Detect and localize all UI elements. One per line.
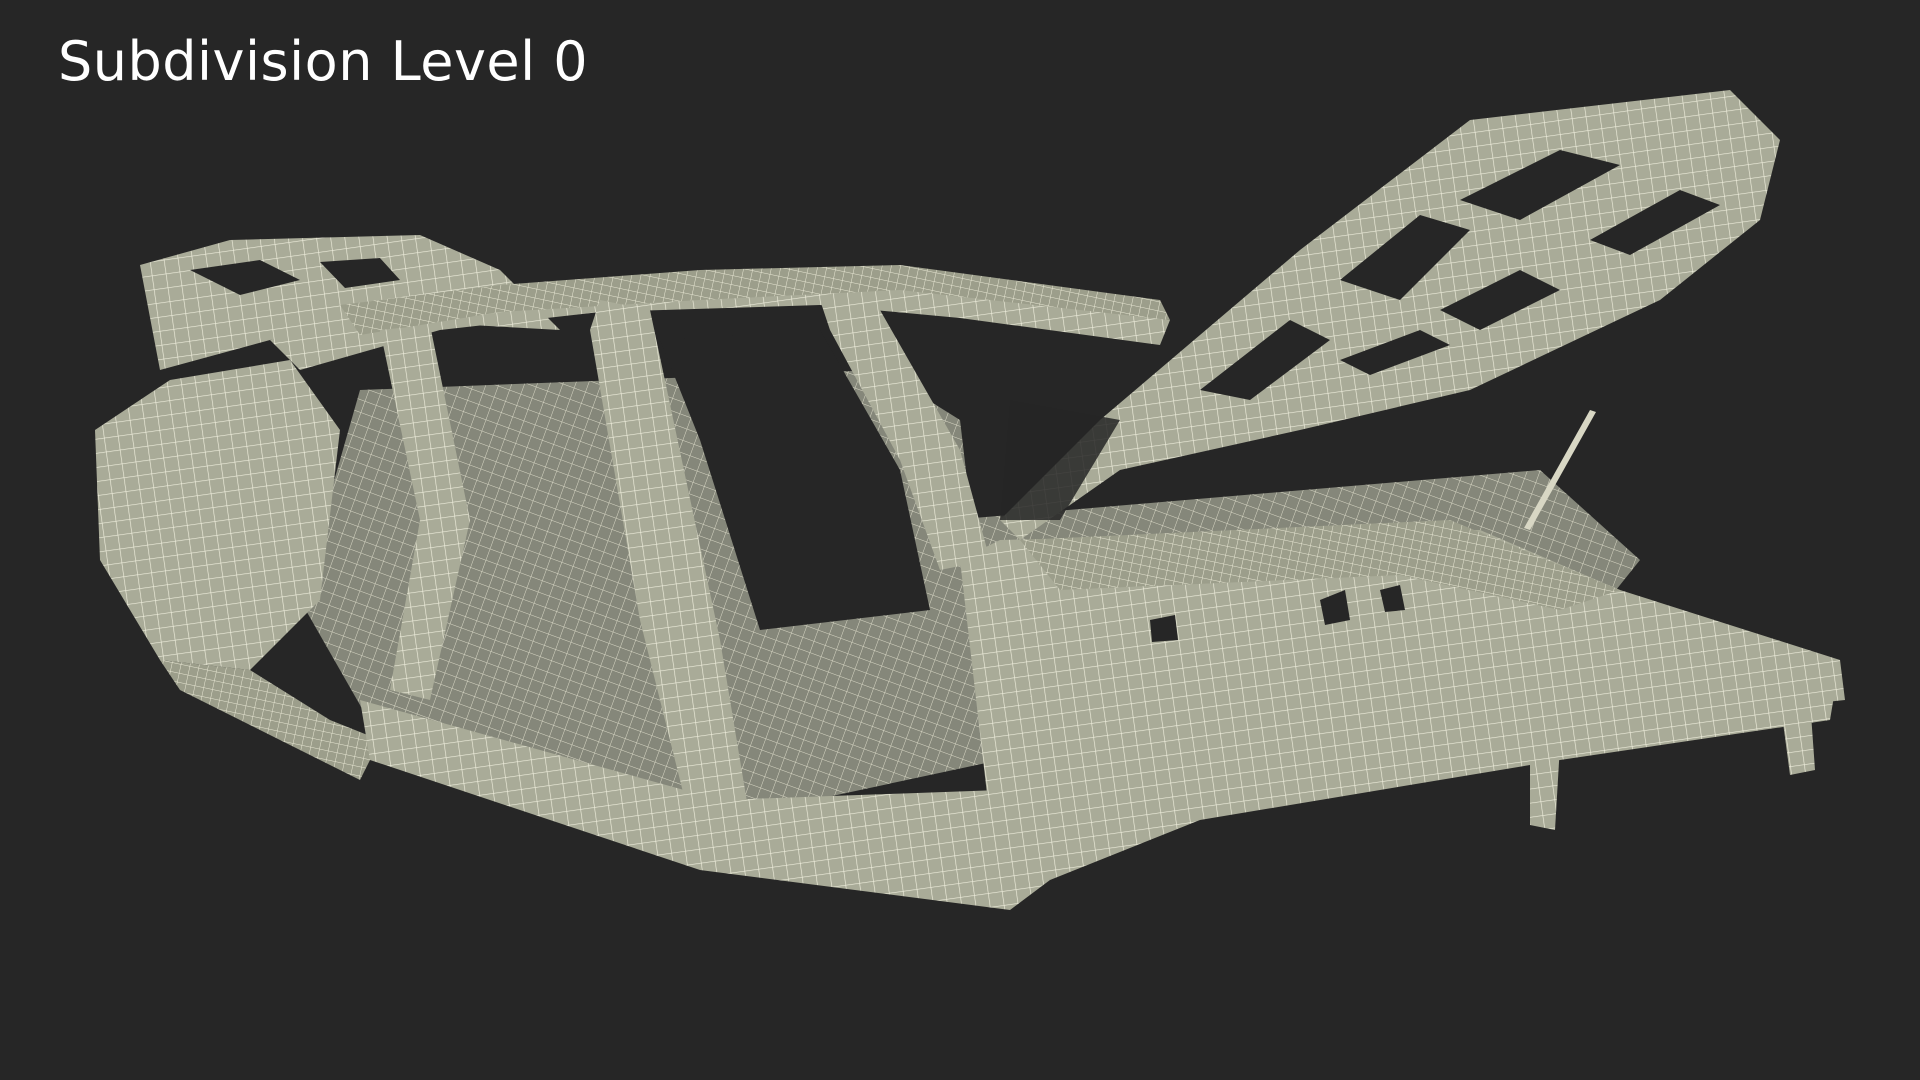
front-frame bbox=[960, 520, 1845, 880]
render-viewport: Subdivision Level 0 bbox=[0, 0, 1920, 1080]
car-body-wireframe-render bbox=[95, 90, 1845, 910]
